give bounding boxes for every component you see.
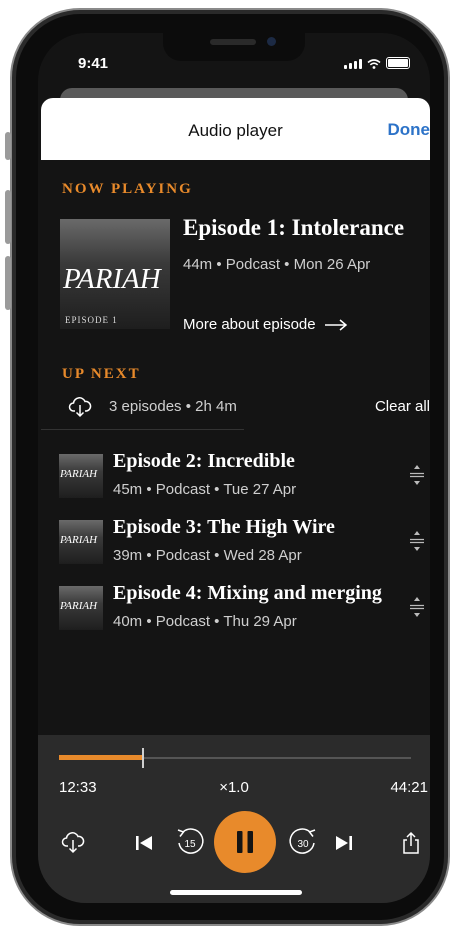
playback-speed-button[interactable]: ×1.0	[38, 779, 430, 796]
download-cloud-icon[interactable]	[61, 830, 85, 856]
now-playing-date: Mon 26 Apr	[293, 256, 371, 273]
pause-icon	[237, 831, 253, 853]
now-playing-duration: 44m	[183, 256, 213, 273]
now-playing-label: NOW PLAYING	[62, 181, 193, 197]
meta-separator: •	[216, 256, 226, 273]
rewind-seconds-label: 15	[184, 839, 196, 850]
episode-duration: 39m	[113, 547, 143, 564]
more-about-episode-label: More about episode	[183, 316, 316, 333]
meta-separator: •	[214, 613, 224, 630]
drag-handle-icon[interactable]	[408, 596, 426, 618]
phone-side-button	[5, 256, 11, 310]
episode-thumbnail: PARIAH	[59, 520, 103, 564]
meta-separator: •	[146, 613, 156, 630]
signal-icon	[344, 59, 362, 69]
download-cloud-icon[interactable]	[68, 395, 92, 419]
progress-scrubber[interactable]	[142, 748, 145, 768]
now-playing-title: Episode 1: Intolerance	[183, 215, 405, 240]
episode-date: Thu 29 Apr	[223, 613, 297, 630]
now-playing-meta: 44m • Podcast • Mon 26 Apr	[183, 256, 370, 273]
sheet-title: Audio player	[188, 121, 283, 140]
episode-title: Episode 3: The High Wire	[113, 516, 335, 538]
drag-handle-icon[interactable]	[408, 464, 426, 486]
meta-separator: •	[214, 547, 224, 564]
episode-thumbnail: PARIAH	[59, 586, 103, 630]
more-about-episode-link[interactable]: More about episode	[183, 316, 348, 333]
thumbnail-show-title: PARIAH	[60, 468, 98, 480]
episode-type: Podcast	[155, 547, 210, 564]
done-button[interactable]: Done	[388, 120, 431, 140]
now-playing-artwork: PARIAH EPISODE 1	[60, 219, 170, 329]
skip-next-icon[interactable]	[334, 835, 354, 851]
divider	[41, 429, 244, 430]
pause-button[interactable]	[214, 811, 276, 873]
phone-screen: 9:41 Audio player Done NOW PLAYING PARIA…	[38, 33, 430, 903]
queue-item[interactable]: PARIAH Episode 3: The High Wire 39m • Po…	[41, 516, 430, 572]
queue-item[interactable]: PARIAH Episode 4: Mixing and merging 40m…	[41, 582, 430, 638]
episode-type: Podcast	[155, 613, 210, 630]
meta-separator: •	[214, 481, 224, 498]
up-next-summary: 3 episodes • 2h 4m	[109, 398, 237, 415]
status-icons	[344, 57, 410, 69]
up-next-label: UP NEXT	[62, 366, 141, 382]
notch	[163, 33, 305, 61]
wifi-icon	[367, 59, 381, 69]
forward-seconds-label: 30	[297, 839, 309, 850]
now-playing-type: Podcast	[225, 256, 280, 273]
battery-icon	[386, 57, 410, 69]
meta-separator: •	[146, 547, 156, 564]
skip-previous-icon[interactable]	[134, 835, 154, 851]
forward-30-icon[interactable]: 30	[287, 826, 319, 858]
phone-side-button	[5, 190, 11, 244]
episode-date: Wed 28 Apr	[223, 547, 302, 564]
episode-date: Tue 27 Apr	[223, 481, 297, 498]
episode-meta: 45m • Podcast • Tue 27 Apr	[113, 481, 296, 498]
share-icon[interactable]	[401, 831, 421, 855]
progress-bar[interactable]	[59, 748, 411, 768]
home-indicator	[170, 890, 302, 895]
meta-separator: •	[284, 256, 294, 273]
front-camera	[267, 37, 276, 46]
sheet-header: Audio player Done	[41, 98, 430, 160]
thumbnail-show-title: PARIAH	[60, 534, 98, 546]
episode-title: Episode 2: Incredible	[113, 450, 295, 472]
clear-all-button[interactable]: Clear all	[375, 398, 430, 415]
episode-duration: 45m	[113, 481, 143, 498]
episode-title: Episode 4: Mixing and merging	[113, 582, 382, 604]
episode-thumbnail: PARIAH	[59, 454, 103, 498]
progress-fill	[59, 755, 143, 760]
artwork-show-title: PARIAH	[63, 263, 161, 295]
phone-side-button	[5, 132, 11, 160]
player-bar: 12:33 ×1.0 44:21 15 30	[38, 735, 430, 903]
arrow-right-icon	[324, 319, 347, 331]
rewind-15-icon[interactable]: 15	[174, 826, 206, 858]
total-time: 44:21	[390, 779, 428, 796]
drag-handle-icon[interactable]	[408, 530, 426, 552]
episode-type: Podcast	[155, 481, 210, 498]
artwork-episode-tag: EPISODE 1	[65, 315, 118, 325]
thumbnail-show-title: PARIAH	[60, 600, 98, 612]
status-time: 9:41	[78, 55, 109, 72]
episode-meta: 40m • Podcast • Thu 29 Apr	[113, 613, 297, 630]
queue-item[interactable]: PARIAH Episode 2: Incredible 45m • Podca…	[41, 450, 430, 506]
meta-separator: •	[146, 481, 156, 498]
episode-meta: 39m • Podcast • Wed 28 Apr	[113, 547, 302, 564]
speaker-grille	[210, 39, 256, 45]
episode-duration: 40m	[113, 613, 143, 630]
